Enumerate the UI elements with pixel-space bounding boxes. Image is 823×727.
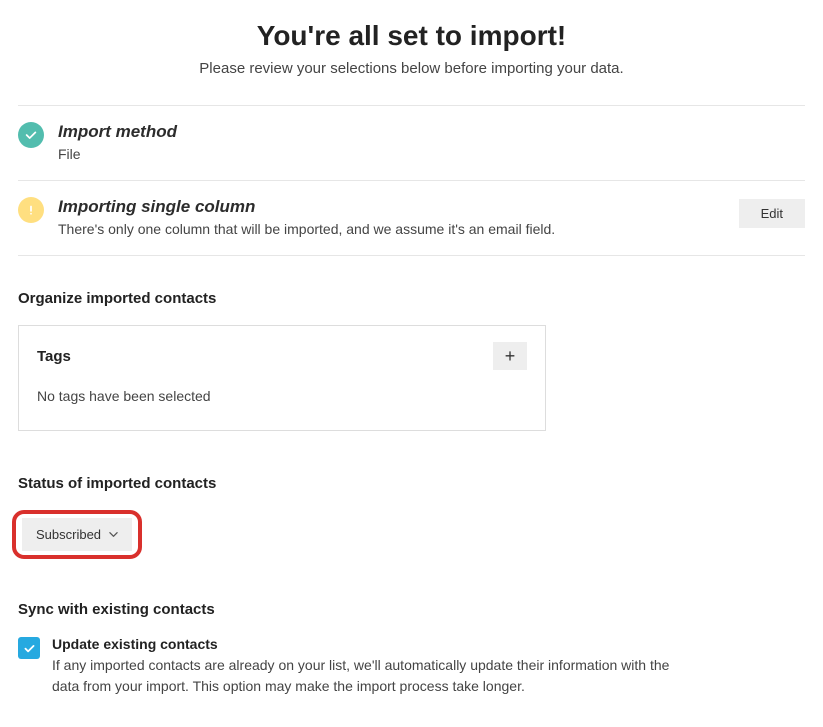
sync-title: Update existing contacts	[52, 636, 672, 652]
import-method-content: Import method File	[58, 122, 805, 162]
tags-header: Tags +	[37, 342, 527, 370]
sync-row: Update existing contacts If any imported…	[18, 636, 805, 697]
single-column-row: Importing single column There's only one…	[18, 181, 805, 255]
divider	[18, 255, 805, 256]
status-selected-label: Subscribed	[36, 527, 101, 542]
plus-icon: +	[505, 347, 516, 365]
status-heading: Status of imported contacts	[18, 475, 805, 492]
sync-content: Update existing contacts If any imported…	[52, 636, 672, 697]
sync-desc: If any imported contacts are already on …	[52, 655, 672, 697]
single-column-desc: There's only one column that will be imp…	[58, 221, 739, 237]
page-subtitle: Please review your selections below befo…	[18, 60, 805, 77]
tags-empty-text: No tags have been selected	[37, 388, 527, 404]
sync-heading: Sync with existing contacts	[18, 601, 805, 618]
single-column-title: Importing single column	[58, 197, 739, 217]
sync-section: Sync with existing contacts Update exist…	[18, 601, 805, 697]
import-method-row: Import method File	[18, 106, 805, 180]
check-icon	[23, 642, 36, 655]
add-tag-button[interactable]: +	[493, 342, 527, 370]
status-highlight: Subscribed	[12, 510, 142, 559]
update-existing-checkbox[interactable]	[18, 637, 40, 659]
page-header: You're all set to import! Please review …	[18, 20, 805, 77]
edit-button[interactable]: Edit	[739, 199, 805, 228]
organize-section: Organize imported contacts Tags + No tag…	[18, 290, 805, 431]
organize-heading: Organize imported contacts	[18, 290, 805, 307]
status-section: Status of imported contacts Subscribed	[18, 475, 805, 559]
tags-card: Tags + No tags have been selected	[18, 325, 546, 431]
alert-icon	[18, 197, 44, 223]
check-icon	[18, 122, 44, 148]
page-title: You're all set to import!	[18, 20, 805, 52]
tags-title: Tags	[37, 348, 71, 365]
status-dropdown[interactable]: Subscribed	[22, 518, 132, 551]
import-method-value: File	[58, 146, 805, 162]
single-column-content: Importing single column There's only one…	[58, 197, 739, 237]
chevron-down-icon	[109, 530, 118, 539]
import-method-title: Import method	[58, 122, 805, 142]
